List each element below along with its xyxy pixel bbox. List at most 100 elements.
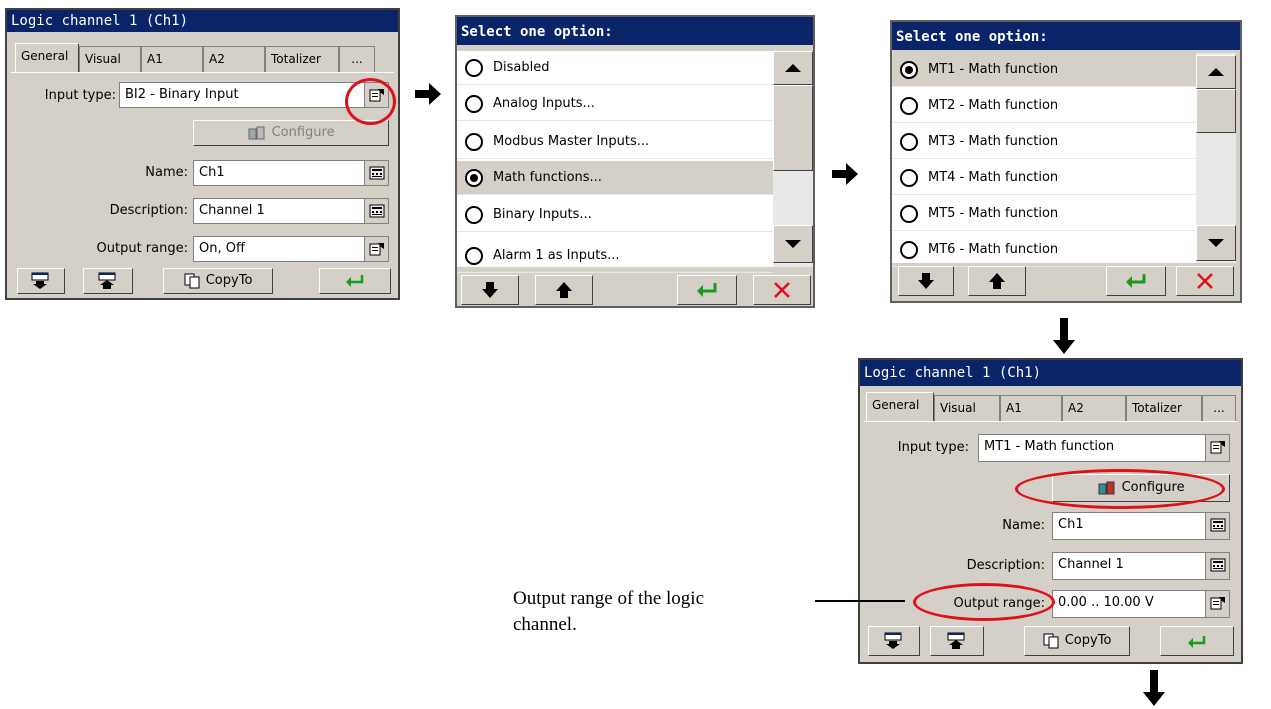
tab-visual[interactable]: Visual	[934, 395, 1000, 421]
description-field[interactable]: Channel 1	[193, 198, 389, 224]
ok-button[interactable]	[1106, 266, 1166, 296]
tab-general[interactable]: General	[866, 392, 934, 421]
description-field[interactable]: Channel 1	[1052, 552, 1230, 580]
option-list: Disabled Analog Inputs... Modbus Master …	[457, 51, 773, 273]
name-label: Name:	[1002, 518, 1045, 533]
move-down-button[interactable]	[868, 626, 920, 656]
input-type-label: Input type:	[897, 440, 969, 455]
copyto-label: CopyTo	[1064, 633, 1112, 648]
radio-button[interactable]	[900, 205, 918, 223]
output-range-field[interactable]: On, Off	[193, 236, 389, 262]
copyto-button[interactable]: CopyTo	[163, 268, 273, 294]
radio-button[interactable]	[465, 59, 483, 77]
flow-arrow-down-icon	[1053, 318, 1075, 354]
input-type-field[interactable]: MT1 - Math function	[978, 434, 1230, 462]
dialog-title: Select one option:	[457, 17, 813, 45]
enter-button[interactable]	[1160, 626, 1234, 656]
output-range-select-button[interactable]	[364, 237, 388, 261]
radio-button[interactable]	[465, 206, 483, 224]
tab-general[interactable]: General	[15, 43, 79, 72]
caption-line-1: Output range of the logic	[513, 588, 705, 609]
scroll-down-button[interactable]	[1196, 225, 1236, 261]
arrow-down-icon	[918, 273, 934, 289]
logic-channel-dialog-after: Logic channel 1 (Ch1) General Visual A1 …	[858, 358, 1243, 664]
radio-button[interactable]	[900, 241, 918, 259]
configure-label: Configure	[271, 125, 335, 140]
radio-button[interactable]	[900, 169, 918, 187]
move-down-button[interactable]	[898, 266, 954, 296]
radio-button-selected[interactable]	[900, 61, 918, 79]
ok-button[interactable]	[677, 275, 737, 305]
radio-button-selected[interactable]	[465, 169, 483, 187]
radio-button[interactable]	[465, 95, 483, 113]
option-disabled[interactable]: Disabled	[457, 51, 773, 85]
name-field[interactable]: Ch1	[1052, 512, 1230, 540]
arrow-up-icon	[989, 273, 1005, 289]
output-range-value: On, Off	[199, 241, 245, 256]
input-type-select-button[interactable]	[1205, 435, 1229, 461]
output-range-select-button[interactable]	[1205, 591, 1229, 617]
name-field[interactable]: Ch1	[193, 160, 389, 186]
scrollbar[interactable]	[773, 51, 813, 267]
option-analog-inputs[interactable]: Analog Inputs...	[457, 87, 773, 121]
tab-totalizer[interactable]: Totalizer	[265, 46, 339, 72]
name-keyboard-button[interactable]	[1205, 513, 1229, 539]
option-alarm-1-as-inputs[interactable]: Alarm 1 as Inputs...	[457, 239, 773, 273]
scroll-thumb[interactable]	[1196, 89, 1236, 133]
option-list: MT1 - Math function MT2 - Math function …	[892, 53, 1196, 267]
radio-button[interactable]	[900, 97, 918, 115]
option-mt5[interactable]: MT5 - Math function	[892, 197, 1196, 231]
keyboard-icon	[1210, 518, 1226, 532]
scroll-down-button[interactable]	[773, 225, 813, 263]
option-mt4[interactable]: MT4 - Math function	[892, 161, 1196, 195]
move-down-button[interactable]	[461, 275, 519, 305]
scroll-up-button[interactable]	[1196, 55, 1236, 89]
properties-icon	[369, 243, 384, 256]
keyboard-icon	[369, 166, 385, 180]
option-label: Modbus Master Inputs...	[493, 134, 650, 149]
tab-more[interactable]: ...	[339, 46, 375, 72]
option-mt1[interactable]: MT1 - Math function	[892, 53, 1196, 87]
tab-a2[interactable]: A2	[203, 46, 265, 72]
description-value: Channel 1	[1058, 557, 1124, 572]
scroll-up-arrow-icon	[1208, 68, 1224, 76]
move-up-button[interactable]	[930, 626, 984, 656]
description-keyboard-button[interactable]	[364, 199, 388, 223]
move-up-button[interactable]	[535, 275, 593, 305]
option-math-functions[interactable]: Math functions...	[457, 161, 773, 195]
option-binary-inputs[interactable]: Binary Inputs...	[457, 198, 773, 232]
scroll-up-button[interactable]	[773, 51, 813, 85]
scrollbar[interactable]	[1196, 53, 1236, 263]
option-mt2[interactable]: MT2 - Math function	[892, 89, 1196, 123]
input-type-value: MT1 - Math function	[984, 439, 1115, 454]
description-keyboard-button[interactable]	[1205, 553, 1229, 579]
dialog-title: Logic channel 1 (Ch1)	[860, 360, 1241, 386]
name-keyboard-button[interactable]	[364, 161, 388, 185]
configure-icon	[248, 126, 265, 139]
tab-totalizer[interactable]: Totalizer	[1126, 395, 1202, 421]
copyto-button[interactable]: CopyTo	[1024, 626, 1130, 656]
tab-a1[interactable]: A1	[1000, 395, 1062, 421]
enter-arrow-icon	[697, 283, 717, 297]
tab-a1[interactable]: A1	[141, 46, 203, 72]
move-down-button[interactable]	[17, 268, 65, 294]
flow-arrow-down-icon	[1143, 670, 1165, 706]
move-up-button[interactable]	[83, 268, 133, 294]
option-mt6[interactable]: MT6 - Math function	[892, 233, 1196, 267]
move-up-button[interactable]	[968, 266, 1026, 296]
output-range-field[interactable]: 0.00 .. 10.00 V	[1052, 590, 1230, 618]
dialog-title: Logic channel 1 (Ch1)	[7, 10, 398, 32]
radio-button[interactable]	[900, 133, 918, 151]
cancel-button[interactable]	[1176, 266, 1234, 296]
tab-visual[interactable]: Visual	[79, 46, 141, 72]
option-modbus-master-inputs[interactable]: Modbus Master Inputs...	[457, 125, 773, 159]
enter-button[interactable]	[319, 268, 391, 294]
option-mt3[interactable]: MT3 - Math function	[892, 125, 1196, 159]
tab-more[interactable]: ...	[1202, 395, 1236, 421]
radio-button[interactable]	[465, 247, 483, 265]
scroll-thumb[interactable]	[773, 85, 813, 171]
cancel-button[interactable]	[753, 275, 811, 305]
copyto-label: CopyTo	[205, 273, 253, 288]
tab-a2[interactable]: A2	[1062, 395, 1126, 421]
radio-button[interactable]	[465, 133, 483, 151]
